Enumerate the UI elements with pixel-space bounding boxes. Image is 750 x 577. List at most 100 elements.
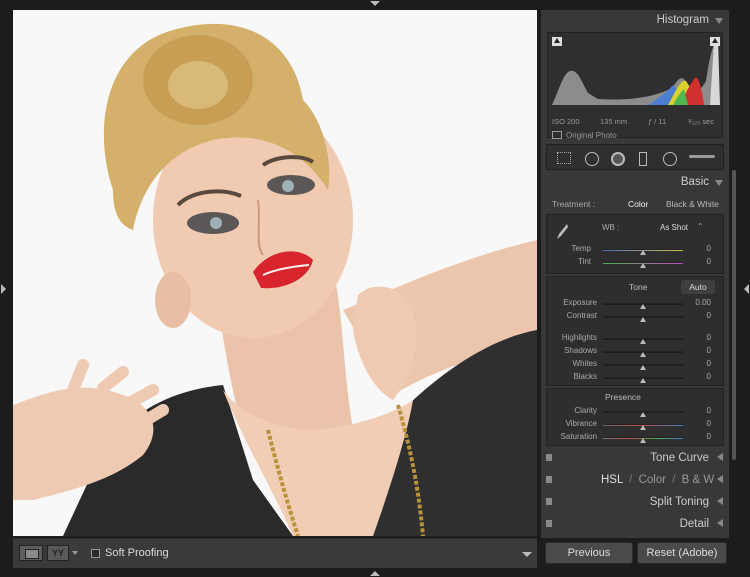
hsl-separator-2: /: [672, 474, 676, 486]
graduated-filter-icon[interactable]: [639, 152, 647, 166]
bottom-panel-toggle-icon[interactable]: [370, 571, 380, 576]
top-panel-toggle-icon[interactable]: [370, 1, 380, 6]
right-panel-scrollbar[interactable]: [732, 170, 736, 460]
tint-value[interactable]: 0: [707, 257, 711, 266]
hsl-switch-icon[interactable]: [546, 476, 552, 483]
tint-label: Tint: [577, 257, 591, 266]
contrast-slider-knob[interactable]: [640, 317, 646, 322]
tone-label: Tone: [629, 282, 648, 292]
exposure-slider-knob[interactable]: [640, 304, 646, 309]
expand-detail-icon[interactable]: [717, 519, 723, 527]
expand-split-toning-icon[interactable]: [717, 497, 723, 505]
contrast-value[interactable]: 0: [707, 311, 711, 320]
treatment-row: Treatment : Color Black & White: [546, 196, 724, 214]
aperture-value: ƒ / 11: [648, 117, 667, 126]
vibrance-value[interactable]: 0: [707, 419, 711, 428]
soft-proofing-checkbox[interactable]: [91, 549, 100, 558]
highlights-slider-knob[interactable]: [640, 339, 646, 344]
view-options-dropdown-icon[interactable]: [72, 551, 78, 555]
hsl-separator-1: /: [629, 474, 633, 486]
clarity-value[interactable]: 0: [707, 406, 711, 415]
original-photo-toggle[interactable]: Original Photo: [552, 131, 617, 140]
histogram-graph: [552, 39, 720, 105]
collapse-histogram-icon[interactable]: [715, 18, 723, 24]
develop-right-panel: Histogram ISO 200 135 mm ƒ / 11 ¹⁄₁₂₅ se…: [541, 10, 729, 538]
highlight-clipping-icon[interactable]: [710, 37, 720, 46]
tone-pane: Tone Auto Exposure 0.00 Contrast 0 Highl…: [546, 276, 724, 386]
clarity-label: Clarity: [574, 406, 597, 415]
previous-button[interactable]: Previous: [545, 542, 633, 564]
color-tab[interactable]: Color: [639, 474, 666, 486]
temp-slider-knob[interactable]: [640, 250, 646, 255]
shadows-value[interactable]: 0: [707, 346, 711, 355]
left-panel-toggle-icon[interactable]: [1, 284, 6, 294]
portrait-image: [13, 10, 537, 536]
bw-tab[interactable]: B & W: [682, 474, 715, 486]
loupe-view-button[interactable]: [19, 545, 43, 561]
hsl-tab[interactable]: HSL: [601, 474, 623, 486]
shutter-speed-value: ¹⁄₁₂₅ sec: [688, 117, 714, 126]
photo-preview[interactable]: [13, 10, 537, 536]
tone-curve-switch-icon[interactable]: [546, 454, 552, 461]
white-balance-selector-icon[interactable]: [555, 223, 569, 241]
treatment-label: Treatment :: [552, 199, 596, 209]
collapse-basic-icon[interactable]: [715, 180, 723, 186]
clarity-slider-knob[interactable]: [640, 412, 646, 417]
wb-value[interactable]: As Shot: [660, 223, 688, 232]
white-balance-pane: WB : As Shot ⌃ Temp 0 Tint 0: [546, 214, 724, 274]
wb-dropdown-icon[interactable]: ⌃: [697, 222, 704, 231]
expand-hsl-icon[interactable]: [717, 475, 723, 483]
basic-title: Basic: [680, 176, 709, 188]
contrast-label: Contrast: [566, 311, 597, 320]
right-panel-toggle-icon[interactable]: [744, 284, 749, 294]
spot-removal-tool-icon[interactable]: [585, 152, 599, 166]
hsl-header[interactable]: HSL / Color / B & W: [541, 470, 729, 490]
iso-value: ISO 200: [552, 117, 580, 126]
crop-tool-icon[interactable]: [557, 152, 571, 164]
auto-tone-button[interactable]: Auto: [681, 280, 715, 294]
shadows-slider-knob[interactable]: [640, 352, 646, 357]
saturation-slider-knob[interactable]: [640, 438, 646, 443]
histogram-header[interactable]: Histogram: [541, 10, 729, 30]
histogram-display: ISO 200 135 mm ƒ / 11 ¹⁄₁₂₅ sec Original…: [547, 32, 723, 140]
reset-button[interactable]: Reset (Adobe): [637, 542, 727, 564]
radial-filter-icon[interactable]: [663, 152, 677, 166]
tint-slider-knob[interactable]: [640, 263, 646, 268]
basic-header[interactable]: Basic: [541, 172, 729, 192]
red-eye-tool-icon[interactable]: [611, 152, 625, 166]
saturation-value[interactable]: 0: [707, 432, 711, 441]
wb-label: WB :: [602, 223, 620, 232]
detail-switch-icon[interactable]: [546, 520, 552, 527]
saturation-label: Saturation: [560, 432, 597, 441]
blacks-value[interactable]: 0: [707, 372, 711, 381]
toolbar-content-menu-icon[interactable]: [522, 552, 532, 557]
shadows-label: Shadows: [564, 346, 597, 355]
focal-length-value: 135 mm: [600, 117, 628, 126]
shadow-clipping-icon[interactable]: [552, 37, 562, 46]
panel-bottom-buttons: Previous Reset (Adobe): [541, 540, 729, 566]
treatment-color-option[interactable]: Color: [628, 199, 648, 209]
presence-pane: Presence Clarity 0 Vibrance 0 Saturation…: [546, 388, 724, 446]
expand-tone-curve-icon[interactable]: [717, 453, 723, 461]
adjustment-brush-icon[interactable]: [689, 155, 715, 158]
tone-curve-header[interactable]: Tone Curve: [541, 448, 729, 468]
before-after-view-button[interactable]: YY: [47, 545, 69, 561]
split-toning-switch-icon[interactable]: [546, 498, 552, 505]
temp-label: Temp: [571, 244, 591, 253]
highlights-value[interactable]: 0: [707, 333, 711, 342]
exposure-label: Exposure: [563, 298, 597, 307]
hsl-title: HSL / Color / B & W: [601, 474, 714, 486]
vibrance-slider-knob[interactable]: [640, 425, 646, 430]
presence-label: Presence: [605, 392, 641, 402]
whites-slider-knob[interactable]: [640, 365, 646, 370]
blacks-slider-knob[interactable]: [640, 378, 646, 383]
detail-header[interactable]: Detail: [541, 514, 729, 534]
split-toning-title: Split Toning: [649, 496, 709, 508]
soft-proofing-label: Soft Proofing: [105, 547, 169, 559]
split-toning-header[interactable]: Split Toning: [541, 492, 729, 512]
whites-value[interactable]: 0: [707, 359, 711, 368]
temp-value[interactable]: 0: [707, 244, 711, 253]
treatment-bw-option[interactable]: Black & White: [666, 199, 719, 209]
exposure-value[interactable]: 0.00: [695, 298, 711, 307]
blacks-label: Blacks: [573, 372, 597, 381]
